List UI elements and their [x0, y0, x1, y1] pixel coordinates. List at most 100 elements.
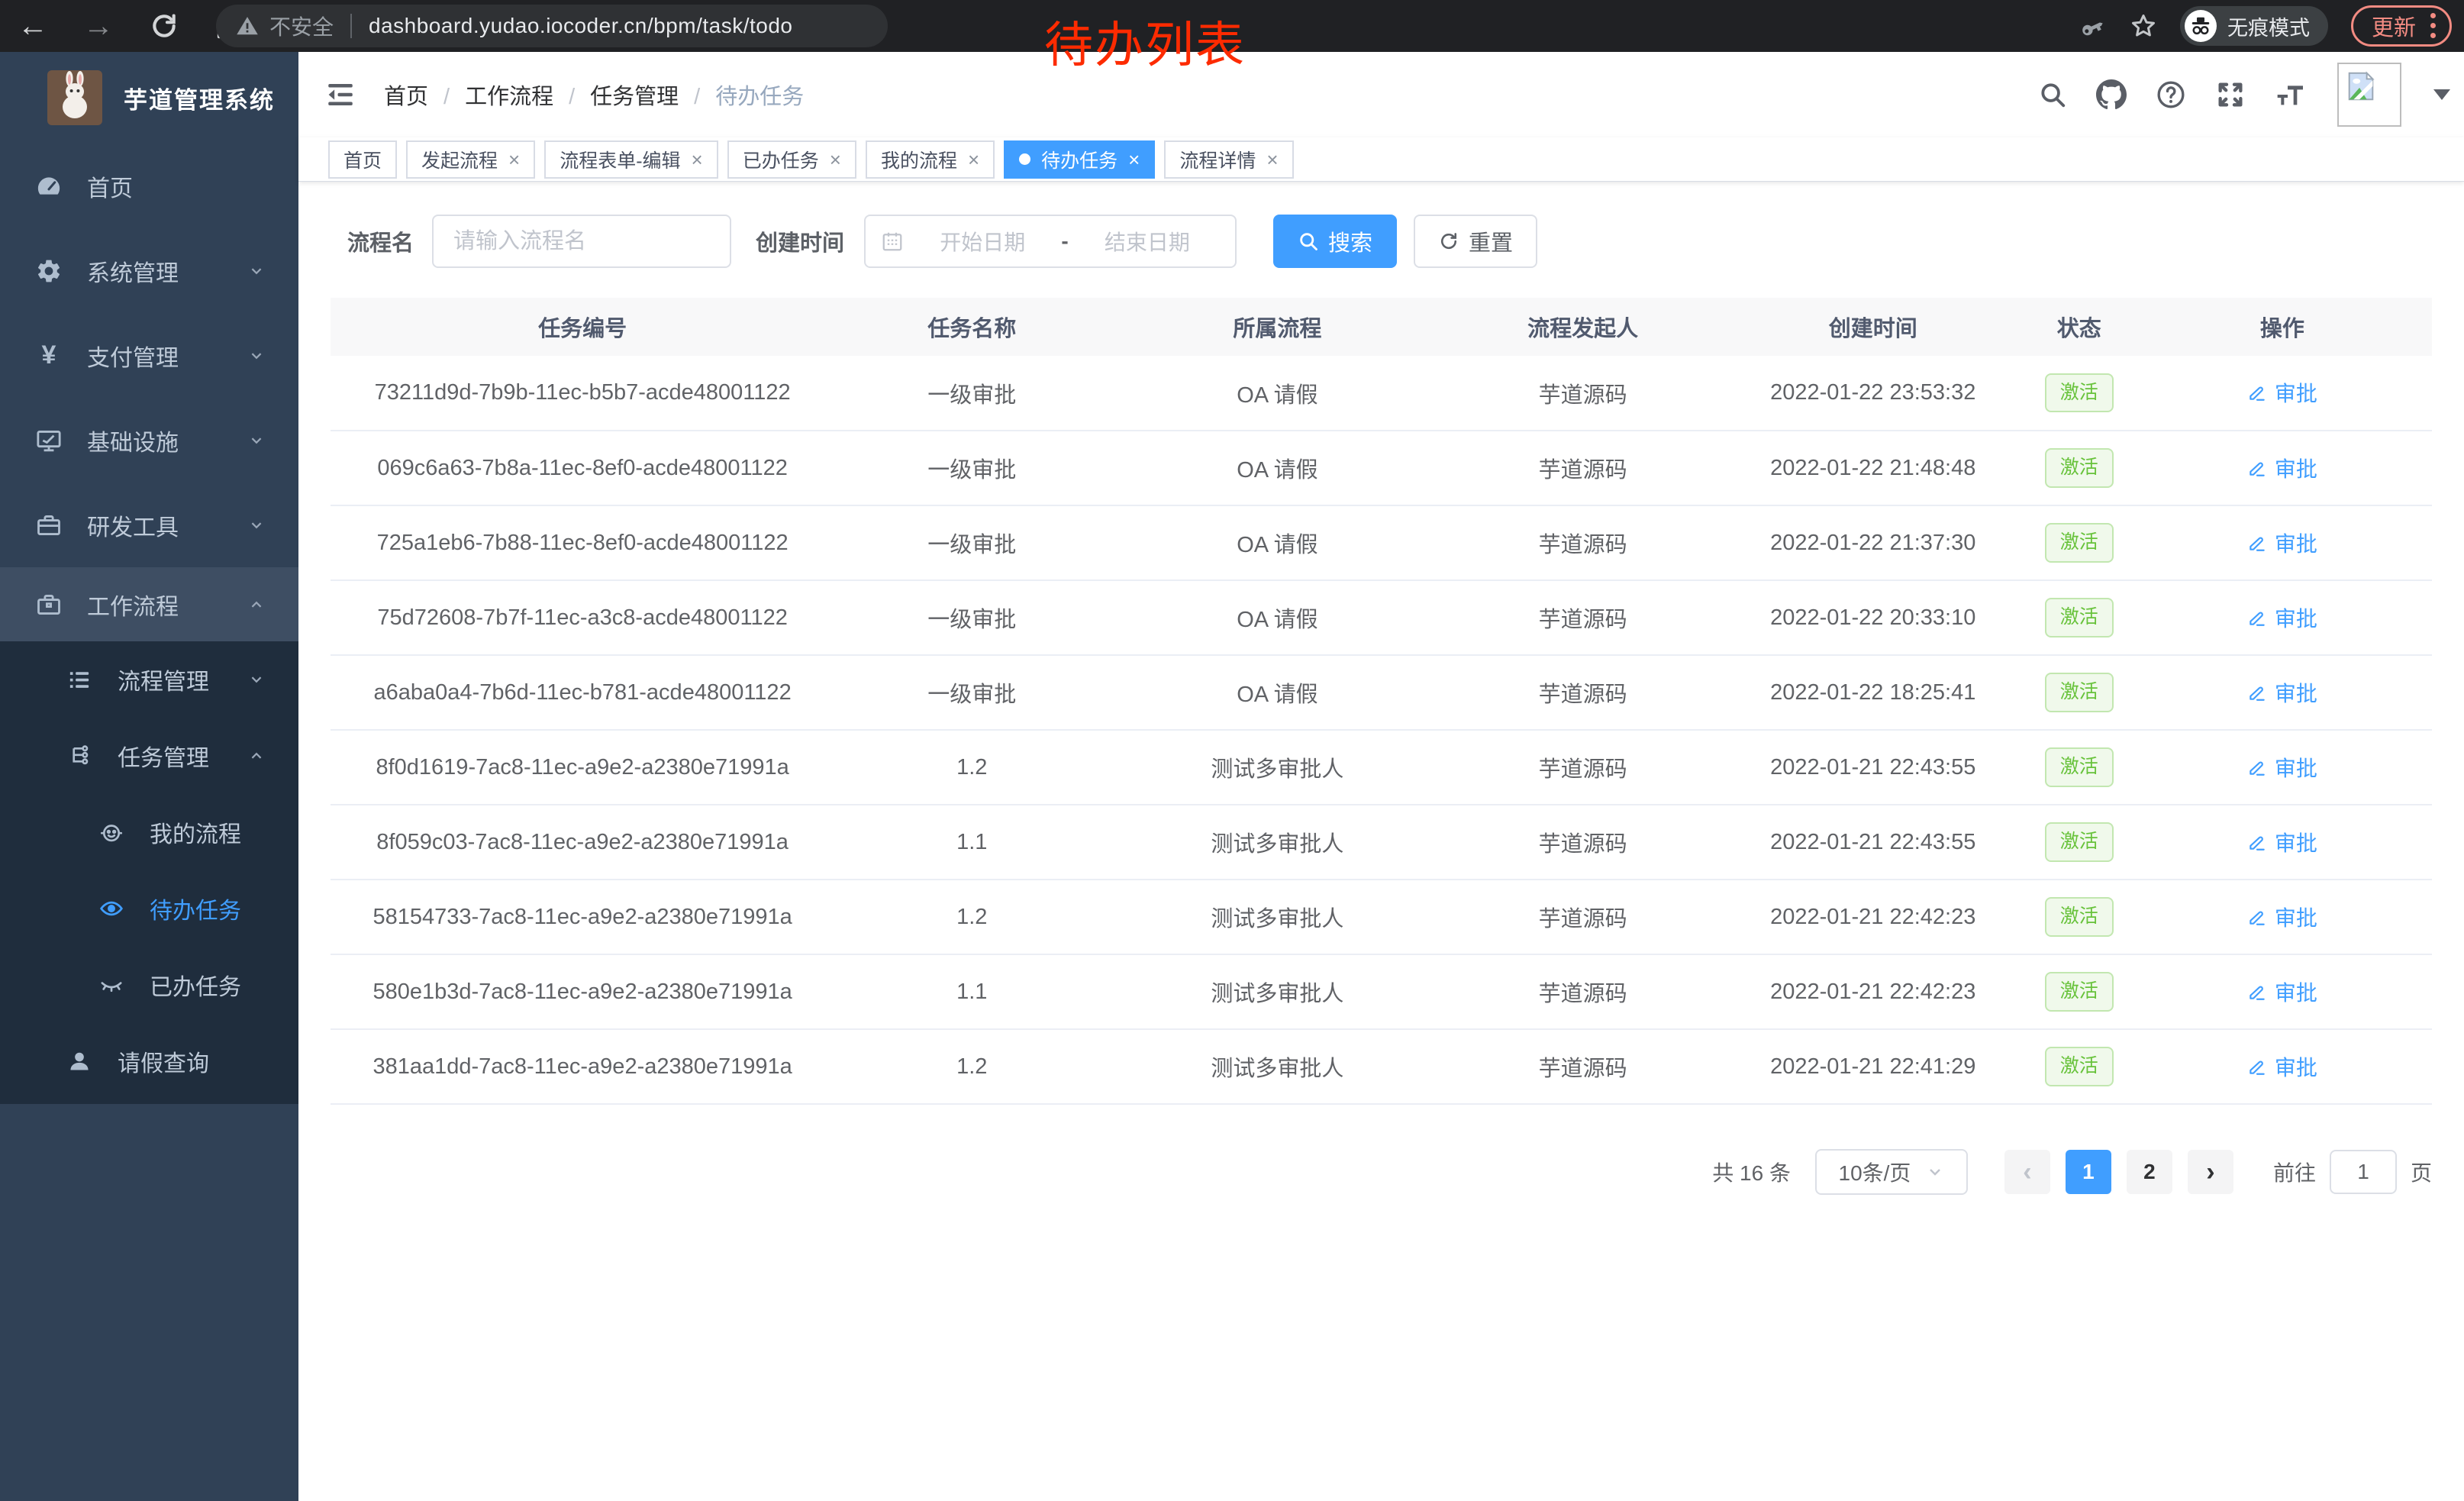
approve-link[interactable]: 审批 — [2247, 453, 2317, 483]
sidebar-item-process-management[interactable]: 流程管理 — [0, 641, 298, 718]
breadcrumb-item[interactable]: 首页 — [384, 79, 465, 111]
approve-link[interactable]: 审批 — [2247, 377, 2317, 408]
tab[interactable]: 流程表单-编辑 × — [544, 140, 718, 179]
approve-link[interactable]: 审批 — [2247, 827, 2317, 857]
column-header: 任务编号 — [331, 298, 834, 356]
bookmark-star-icon[interactable] — [2130, 12, 2157, 40]
status-badge: 激活 — [2045, 673, 2114, 712]
chevron-up-icon — [247, 595, 266, 615]
approve-link[interactable]: 审批 — [2247, 528, 2317, 558]
refresh-icon — [1438, 231, 1459, 252]
tab[interactable]: 已办任务 × — [727, 140, 856, 179]
sidebar-item-todo-tasks[interactable]: 待办任务 — [0, 870, 298, 947]
person-icon — [63, 1048, 96, 1074]
sidebar-item-done-tasks[interactable]: 已办任务 — [0, 947, 298, 1023]
table-row: 8f0d1619-7ac8-11ec-a9e2-a2380e71991a 1.2… — [331, 730, 2432, 805]
breadcrumb-item[interactable]: 待办任务 — [715, 79, 804, 111]
sidebar-item-devtools[interactable]: 研发工具 — [0, 483, 298, 567]
tab-close-icon[interactable]: × — [968, 150, 979, 169]
browser-update-button[interactable]: 更新 — [2351, 5, 2452, 47]
breadcrumb-item[interactable]: 工作流程 — [465, 79, 590, 111]
process-starter: 芋道源码 — [1539, 1057, 1627, 1081]
url-text[interactable]: dashboard.yudao.iocoder.cn/bpm/task/todo — [369, 14, 792, 38]
tab[interactable]: 我的流程 × — [866, 140, 995, 179]
sidebar-item-system[interactable]: 系统管理 — [0, 228, 298, 313]
fullscreen-icon[interactable] — [2215, 79, 2246, 110]
task-name: 1.2 — [956, 755, 987, 780]
approve-link[interactable]: 审批 — [2247, 677, 2317, 708]
approve-link[interactable]: 审批 — [2247, 1051, 2317, 1082]
toolbox-icon — [32, 512, 66, 539]
tab[interactable]: 发起流程 × — [406, 140, 535, 179]
breadcrumb: 首页工作流程任务管理待办任务 — [384, 79, 804, 111]
browser-nav-buttons: ← → — [17, 0, 246, 52]
reset-button[interactable]: 重置 — [1414, 215, 1537, 268]
forward-icon[interactable]: → — [82, 10, 114, 42]
page-number-button[interactable]: 2 — [2127, 1150, 2172, 1194]
sidebar-item-payment[interactable]: ¥ 支付管理 — [0, 313, 298, 398]
create-time: 2022-01-21 22:42:23 — [1770, 905, 1975, 929]
font-size-icon[interactable] — [2275, 79, 2308, 110]
goto-page-input[interactable] — [2330, 1150, 2397, 1194]
process-name: 测试多审批人 — [1211, 982, 1343, 1006]
chevron-down-icon — [247, 346, 266, 366]
sidebar-item-leave-query[interactable]: 请假查询 — [0, 1023, 298, 1099]
security-label[interactable]: 不安全 — [269, 11, 334, 41]
process-starter: 芋道源码 — [1539, 832, 1627, 857]
page-size-value: 10条/页 — [1839, 1157, 1911, 1187]
back-icon[interactable]: ← — [17, 10, 49, 42]
url-divider — [350, 14, 352, 38]
tab[interactable]: 待办任务 × — [1004, 140, 1155, 179]
key-icon[interactable] — [2079, 12, 2107, 40]
tab[interactable]: 首页 × — [328, 140, 397, 179]
page-number-button[interactable]: 1 — [2066, 1150, 2111, 1194]
browser-menu-icon[interactable] — [2430, 11, 2436, 40]
avatar-dropdown-caret[interactable] — [2433, 89, 2450, 100]
search-button[interactable]: 搜索 — [1273, 215, 1397, 268]
task-id: 58154733-7ac8-11ec-a9e2-a2380e71991a — [373, 905, 792, 929]
approve-link[interactable]: 审批 — [2247, 902, 2317, 932]
edit-pen-icon — [2247, 683, 2267, 702]
next-page-button[interactable]: › — [2188, 1150, 2233, 1194]
tab-close-icon[interactable]: × — [830, 150, 841, 169]
sidebar-item-task-management[interactable]: 任务管理 — [0, 718, 298, 794]
column-header: 所属流程 — [1109, 298, 1445, 356]
breadcrumb-item[interactable]: 任务管理 — [590, 79, 715, 111]
task-name: 1.2 — [956, 1054, 987, 1079]
tab-close-icon[interactable]: × — [692, 150, 703, 169]
goto-suffix: 页 — [2411, 1157, 2432, 1187]
chevron-down-icon — [247, 261, 266, 281]
approve-link[interactable]: 审批 — [2247, 752, 2317, 783]
search-icon[interactable] — [2038, 80, 2067, 109]
chevron-down-icon — [1926, 1163, 1944, 1181]
avatar[interactable] — [2337, 63, 2401, 127]
task-id: 069c6a63-7b8a-11ec-8ef0-acde48001122 — [377, 456, 787, 480]
tab-close-icon[interactable]: × — [508, 150, 520, 169]
tab-close-icon[interactable]: × — [1128, 150, 1140, 169]
prev-page-button[interactable]: ‹ — [2004, 1150, 2050, 1194]
approve-label: 审批 — [2275, 377, 2317, 408]
process-starter: 芋道源码 — [1539, 458, 1627, 483]
sidebar-item-workflow[interactable]: 工作流程 — [0, 567, 298, 641]
reload-icon[interactable] — [148, 10, 180, 42]
help-icon[interactable] — [2156, 79, 2186, 110]
sidebar-item-infrastructure[interactable]: 基础设施 — [0, 398, 298, 483]
top-navbar: 首页工作流程任务管理待办任务 — [298, 52, 2464, 137]
page-size-select[interactable]: 10条/页 — [1815, 1149, 1968, 1195]
tab-close-icon[interactable]: × — [1266, 150, 1278, 169]
sidebar-item-my-process[interactable]: 我的流程 — [0, 794, 298, 870]
tab[interactable]: 流程详情 × — [1164, 140, 1293, 179]
task-name: 1.1 — [956, 830, 987, 854]
edit-pen-icon — [2247, 458, 2267, 478]
github-icon[interactable] — [2096, 79, 2127, 110]
date-range-input[interactable]: 开始日期 - 结束日期 — [864, 215, 1237, 268]
approve-link[interactable]: 审批 — [2247, 602, 2317, 633]
app-logo-row[interactable]: 芋道管理系统 — [0, 52, 298, 144]
sidebar-item-home[interactable]: 首页 — [0, 144, 298, 228]
search-icon — [1298, 231, 1319, 252]
process-name-input[interactable] — [432, 215, 731, 268]
table-row: 8f059c03-7ac8-11ec-a9e2-a2380e71991a 1.1… — [331, 805, 2432, 880]
sidebar-fold-icon[interactable] — [324, 79, 356, 111]
address-bar[interactable]: 不安全 dashboard.yudao.iocoder.cn/bpm/task/… — [216, 5, 888, 47]
approve-link[interactable]: 审批 — [2247, 976, 2317, 1007]
